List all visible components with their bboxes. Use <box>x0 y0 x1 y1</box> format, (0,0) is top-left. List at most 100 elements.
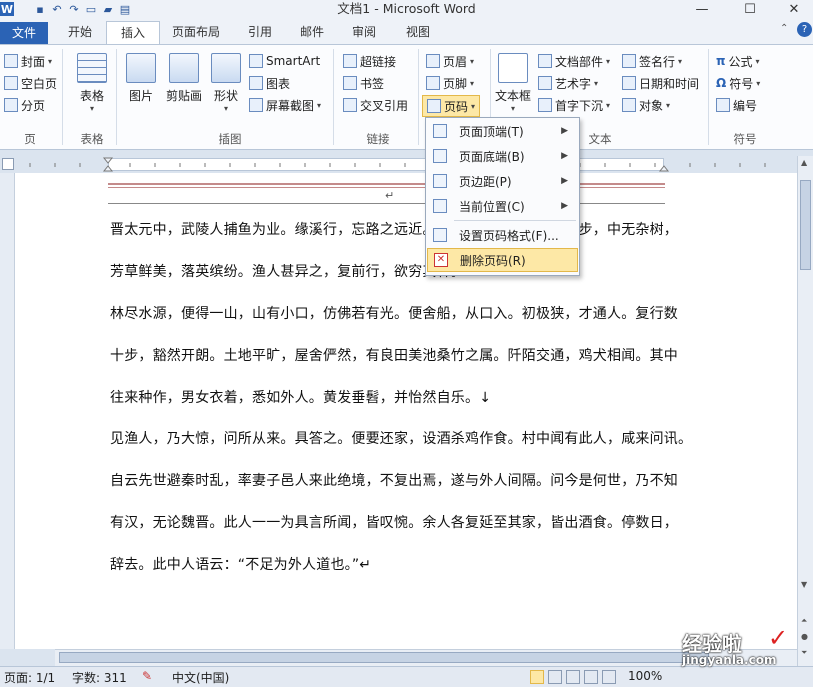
watermark-logo: 经验啦 ✓ jingyanla.com <box>660 624 810 668</box>
group-label-symbols: 符号 <box>733 132 757 146</box>
shapes-icon <box>211 53 241 83</box>
symbol-button[interactable]: Ω 符号 ▾ <box>716 73 760 93</box>
full-screen-reading-icon[interactable] <box>548 670 562 684</box>
bookmark-button[interactable]: 书签 <box>343 73 384 93</box>
doc-line[interactable]: 十步，豁然开朗。土地平旷，屋舍俨然，有良田美池桑竹之属。阡陌交通，鸡犬相闻。其中 <box>110 345 678 365</box>
tab-home[interactable]: 开始 <box>58 21 102 44</box>
signature-line-button[interactable]: 签名行 ▾ <box>622 51 682 71</box>
ribbon-collapse-icon[interactable]: ⌃ <box>780 23 794 37</box>
tab-mailings[interactable]: 邮件 <box>290 21 334 44</box>
numbering-button[interactable]: 编号 <box>716 95 757 115</box>
ruler-ticks <box>29 157 766 172</box>
status-bar: 页面: 1/1 字数: 311 ✎ 中文(中国) 100% <box>0 666 813 687</box>
tab-references[interactable]: 引用 <box>238 21 282 44</box>
textbox-button[interactable]: 文本框 ▾ <box>494 53 532 113</box>
dropcap-button[interactable]: 首字下沉 ▾ <box>538 95 610 115</box>
picture-button[interactable]: 图片 <box>122 53 160 104</box>
current-position-icon <box>433 199 447 213</box>
prev-page-icon[interactable]: ⏶ <box>801 616 807 626</box>
vertical-scrollbar[interactable]: ▲ ▼ ⏶ ● ⏷ <box>797 156 813 666</box>
menu-item-remove-page-numbers[interactable]: ✕ 删除页码(R) <box>427 248 578 272</box>
web-layout-icon[interactable] <box>566 670 580 684</box>
submenu-arrow-icon: ▶ <box>561 126 568 136</box>
watermark-url: jingyanla.com <box>682 653 777 667</box>
cover-page-icon <box>4 54 18 68</box>
group-label-links: 链接 <box>366 132 390 146</box>
scroll-down-icon[interactable]: ▼ <box>801 580 807 589</box>
cross-reference-icon <box>343 98 357 112</box>
doc-line[interactable]: 有汉，无论魏晋。此人一一为具言所闻，皆叹惋。余人各复延至其家，皆出酒食。停数日， <box>110 512 678 532</box>
quick-parts-button[interactable]: 文档部件 ▾ <box>538 51 610 71</box>
zoom-level[interactable]: 100% <box>628 669 662 683</box>
doc-line[interactable]: 自云先世避秦时乱，率妻子邑人来此绝境，不复出焉，遂与外人间隔。问今是何世，乃不知 <box>110 470 678 490</box>
tab-file[interactable]: 文件 <box>0 22 48 44</box>
clipart-icon <box>169 53 199 83</box>
object-button[interactable]: 对象 ▾ <box>622 95 670 115</box>
blank-page-icon <box>4 76 18 90</box>
date-time-button[interactable]: 日期和时间 <box>622 73 699 93</box>
menu-item-page-margins[interactable]: 页边距(P) ▶ <box>427 169 578 193</box>
doc-line[interactable]: 晋太元中，武陵人捕鱼为业。缘溪行，忘路之远近。忽逢桃花林，夹岸数百步，中无杂树， <box>110 219 678 239</box>
clipart-button[interactable]: 剪贴画 <box>162 53 206 104</box>
footer-button[interactable]: 页脚 ▾ <box>426 73 474 93</box>
page-margins-icon <box>433 174 447 188</box>
draft-view-icon[interactable] <box>602 670 616 684</box>
header-button[interactable]: 页眉 ▾ <box>426 51 474 71</box>
menu-item-top-of-page[interactable]: 页面顶端(T) ▶ <box>427 119 578 143</box>
watermark-check-icon: ✓ <box>768 624 789 652</box>
wordart-button[interactable]: 艺术字 ▾ <box>538 73 598 93</box>
menu-item-bottom-of-page[interactable]: 页面底端(B) ▶ <box>427 144 578 168</box>
menu-item-format-page-numbers[interactable]: 设置页码格式(F)... <box>427 223 578 247</box>
document-page[interactable]: ↵ 晋太元中，武陵人捕鱼为业。缘溪行，忘路之远近。忽逢桃花林，夹岸数百步，中无杂… <box>15 173 797 649</box>
smartart-button[interactable]: SmartArt <box>249 51 320 71</box>
screenshot-button[interactable]: 屏幕截图 ▾ <box>249 95 321 115</box>
doc-line[interactable]: 见渔人，乃大惊，问所从来。具答之。便要还家，设酒杀鸡作食。村中闻有此人，咸来问讯… <box>110 428 692 448</box>
doc-line[interactable]: 辞去。此中人语云：“不足为外人道也。”↵ <box>110 554 371 574</box>
chart-button[interactable]: 图表 <box>249 73 290 93</box>
menu-divider <box>454 220 576 221</box>
scroll-thumb[interactable] <box>800 180 811 270</box>
vertical-ruler[interactable] <box>0 173 15 649</box>
shapes-button[interactable]: 形状 ▾ <box>208 53 244 113</box>
equation-button[interactable]: π 公式 ▾ <box>716 51 760 71</box>
maximize-button[interactable]: ☐ <box>728 0 772 19</box>
header-border-line-thin <box>108 187 665 188</box>
language[interactable]: 中文(中国) <box>172 669 229 686</box>
doc-line[interactable]: 芳草鲜美，落英缤纷。渔人甚异之，复前行，欲穷其林。 <box>110 261 465 281</box>
page-number-menu: 页面顶端(T) ▶ 页面底端(B) ▶ 页边距(P) ▶ 当前位置(C) ▶ 设置页码格… <box>425 117 580 276</box>
group-label-text: 文本 <box>588 132 612 146</box>
outline-view-icon[interactable] <box>584 670 598 684</box>
cross-reference-button[interactable]: 交叉引用 <box>343 95 408 115</box>
table-icon <box>77 53 107 83</box>
scroll-up-icon[interactable]: ▲ <box>801 158 807 167</box>
blank-page-button[interactable]: 空白页 <box>4 73 57 93</box>
doc-line[interactable]: 往来种作，男女衣着，悉如外人。黄发垂髫，并怡然自乐。↓ <box>110 387 491 407</box>
dropcap-icon <box>538 98 552 112</box>
hyperlink-button[interactable]: 超链接 <box>343 51 396 71</box>
h-scroll-thumb[interactable] <box>59 652 709 663</box>
page-number-button[interactable]: 页码 ▾ <box>422 95 481 117</box>
group-label-table: 表格 <box>80 132 104 146</box>
proofing-icon[interactable]: ✎ <box>142 669 152 683</box>
tab-insert[interactable]: 插入 <box>106 21 160 46</box>
menu-item-current-position[interactable]: 当前位置(C) ▶ <box>427 194 578 218</box>
tab-review[interactable]: 审阅 <box>342 21 386 44</box>
print-layout-view-icon[interactable] <box>530 670 544 684</box>
tab-page-layout[interactable]: 页面布局 <box>162 21 230 44</box>
doc-line[interactable]: 林尽水源，便得一山，山有小口，仿佛若有光。便舍船，从口入。初极狭，才通人。复行数 <box>110 303 678 323</box>
cover-page-button[interactable]: 封面 ▾ <box>4 51 52 71</box>
picture-icon <box>126 53 156 83</box>
quick-parts-icon <box>538 54 552 68</box>
page-count[interactable]: 页面: 1/1 <box>4 669 55 686</box>
tab-view[interactable]: 视图 <box>396 21 440 44</box>
word-count[interactable]: 字数: 311 <box>72 669 127 686</box>
wordart-icon <box>538 76 552 90</box>
minimize-button[interactable]: — <box>680 0 724 19</box>
close-button[interactable]: ✕ <box>772 0 813 19</box>
help-icon[interactable]: ? <box>797 22 812 37</box>
table-button[interactable]: 表格 ▾ <box>72 53 112 113</box>
page-break-button[interactable]: 分页 <box>4 95 45 115</box>
textbox-icon <box>498 53 528 83</box>
object-icon <box>622 98 636 112</box>
page-break-icon <box>4 98 18 112</box>
